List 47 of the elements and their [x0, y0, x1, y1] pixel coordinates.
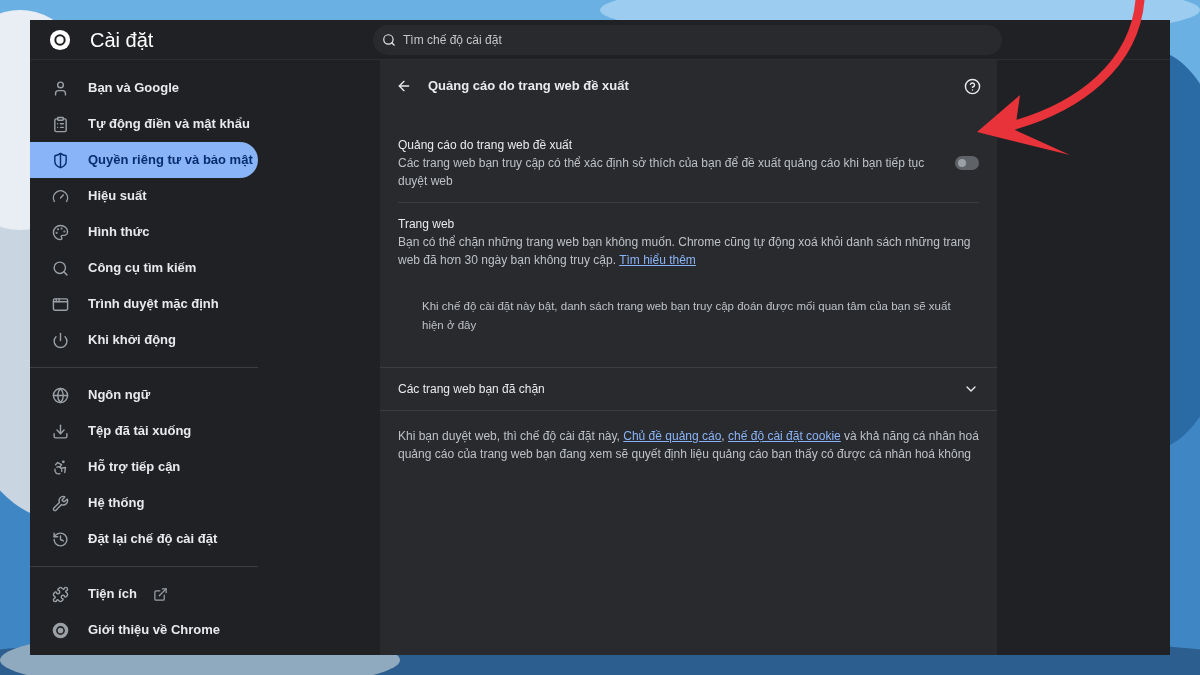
download-icon — [52, 422, 69, 440]
puzzle-icon — [52, 585, 69, 603]
sidebar-item[interactable]: Hình thức — [30, 214, 258, 250]
sidebar-item[interactable]: Quyền riêng tư và bảo mật — [30, 142, 258, 178]
person-icon — [52, 79, 69, 97]
shield-icon — [52, 151, 69, 169]
gauge-icon — [52, 187, 69, 205]
browser-window-icon — [52, 295, 69, 313]
chrome-logo-icon — [49, 28, 71, 51]
sidebar-item[interactable]: Hệ thống — [30, 485, 258, 521]
sidebar-item[interactable]: Giới thiệu về Chrome — [30, 612, 258, 648]
wrench-icon — [52, 494, 69, 512]
chrome-logo-icon — [52, 621, 69, 639]
setting-title: Quảng cáo do trang web đề xuất — [398, 137, 574, 154]
sidebar-item[interactable]: Tệp đã tải xuống — [30, 413, 258, 449]
search-field[interactable]: Tìm chế độ cài đặt — [373, 24, 1002, 55]
help-button[interactable] — [964, 77, 981, 95]
sidebar-item[interactable]: Đặt lại chế độ cài đặt — [30, 521, 258, 557]
page-title: Quảng cáo do trang web đề xuất — [428, 77, 630, 96]
power-icon — [52, 331, 69, 349]
settings-title: Cài đặt — [90, 27, 155, 53]
sidebar-item[interactable]: Ngôn ngữ — [30, 377, 258, 413]
setting-description: Các trang web bạn truy cập có thể xác định sở thích của bạn để đề xuất quảng cáo khi bạn tiếp tục duyệt web — [398, 155, 926, 190]
empty-list-note: Khi chế độ cài đặt này bật, danh sách trang web bạn truy cập đoán được mối quan tâm của bạn sẽ xuất hiện ở đây — [421, 299, 952, 333]
toggle-switch[interactable] — [955, 156, 979, 170]
footer-note: Khi bạn duyệt web, thì chế độ cài đặt này, Chủ đề quảng cáo, chế độ cài đặt cookie và khả năng cá nhân hoá quảng cáo của trang web bạn đang xem sẽ quyết định liệu quảng cáo bạn thấy có được cá nhân hoá không — [398, 428, 979, 463]
search-icon — [52, 259, 69, 277]
accessibility-icon — [52, 458, 69, 476]
palette-icon — [52, 223, 69, 241]
clipboard-icon — [52, 115, 69, 133]
blocked-sites-row[interactable]: Các trang web bạn đã chặn — [380, 367, 997, 411]
sidebar-item[interactable]: Hỗ trợ tiếp cận — [30, 449, 258, 485]
sidebar-item[interactable]: Trình duyệt mặc định — [30, 286, 258, 322]
section-title: Trang web — [398, 216, 456, 233]
link[interactable]: Tìm hiểu thêm — [619, 253, 696, 267]
back-button[interactable] — [396, 78, 412, 94]
sidebar-item[interactable]: Bạn và Google — [30, 70, 258, 106]
section-description: Bạn có thể chặn những trang web bạn không muốn. Chrome cũng tự động xoá khỏi danh sách những trang web đã hơn 30 ngày bạn không truy cập. Tìm hiểu thêm — [398, 234, 972, 269]
search-icon — [382, 32, 396, 47]
sidebar-item[interactable]: Tự động điền và mật khẩu — [30, 106, 258, 142]
sidebar-item[interactable]: Tiện ích — [30, 576, 258, 612]
globe-icon — [52, 386, 69, 404]
sidebar-item[interactable]: Công cụ tìm kiếm — [30, 250, 258, 286]
sidebar-item[interactable]: Khi khởi động — [30, 322, 258, 358]
history-icon — [52, 530, 69, 548]
sidebar-item[interactable]: Hiệu suất — [30, 178, 258, 214]
link[interactable]: chế độ cài đặt cookie — [728, 429, 841, 443]
